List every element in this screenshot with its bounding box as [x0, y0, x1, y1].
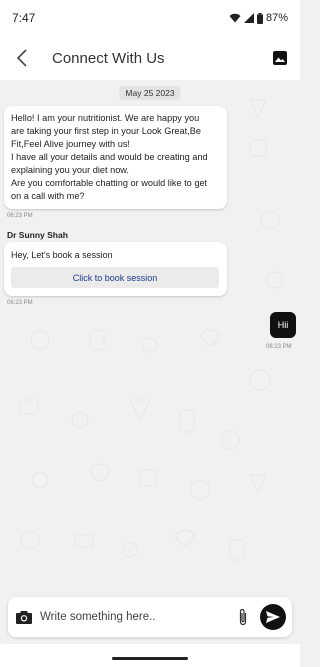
send-button[interactable]: [260, 604, 286, 630]
status-time: 7:47: [12, 11, 36, 25]
image-icon: [273, 51, 287, 65]
chat-area[interactable]: May 25 2023 Hello! I am your nutritionis…: [0, 80, 300, 592]
battery-icon: [256, 12, 263, 24]
sender-name: Dr Sunny Shah: [7, 230, 68, 240]
message-text: Hey, Let's book a session: [11, 250, 113, 260]
chevron-left-icon: [16, 49, 27, 67]
back-button[interactable]: [2, 36, 42, 80]
message-timestamp: 06:23 PM: [7, 213, 33, 219]
wifi-icon: [229, 13, 241, 23]
message-line: Fit,Feel Alive journey with us!: [11, 139, 130, 149]
message-line: Hello! I am your nutritionist. We are ha…: [11, 113, 200, 123]
gallery-button[interactable]: [260, 36, 300, 80]
signal-icon: [243, 13, 254, 23]
message-timestamp: 06:23 PM: [266, 344, 292, 350]
status-icons: 87%: [229, 12, 288, 24]
message-timestamp: 06:23 PM: [7, 300, 33, 306]
composer-box: [8, 597, 292, 637]
message-line: Are you comfortable chatting or would li…: [11, 178, 208, 188]
system-nav-bar: [0, 644, 300, 667]
incoming-message: Hey, Let's book a session Click to book …: [4, 242, 227, 296]
message-line: I have all your details and would be cre…: [11, 152, 208, 162]
message-input[interactable]: [40, 602, 232, 632]
composer: [0, 592, 300, 644]
message-line: are taking your first step in your Look …: [11, 126, 201, 136]
message-line: explaining you your diet now.: [11, 165, 129, 175]
attach-button[interactable]: [232, 597, 254, 637]
camera-icon: [16, 611, 32, 624]
message-line: on a call with me?: [11, 191, 85, 201]
page-title: Connect With Us: [52, 49, 165, 67]
camera-button[interactable]: [8, 597, 40, 637]
send-icon: [266, 611, 280, 623]
book-session-button[interactable]: Click to book session: [11, 267, 219, 288]
battery-percent: 87%: [265, 12, 288, 24]
incoming-message: Hello! I am your nutritionist. We are ha…: [4, 106, 227, 209]
status-bar: 7:47 87%: [0, 0, 300, 36]
date-separator: May 25 2023: [119, 86, 181, 100]
paperclip-icon: [239, 608, 247, 626]
outgoing-message: Hii: [270, 312, 296, 338]
home-gesture-handle[interactable]: [112, 657, 188, 660]
app-header: Connect With Us: [0, 36, 300, 80]
